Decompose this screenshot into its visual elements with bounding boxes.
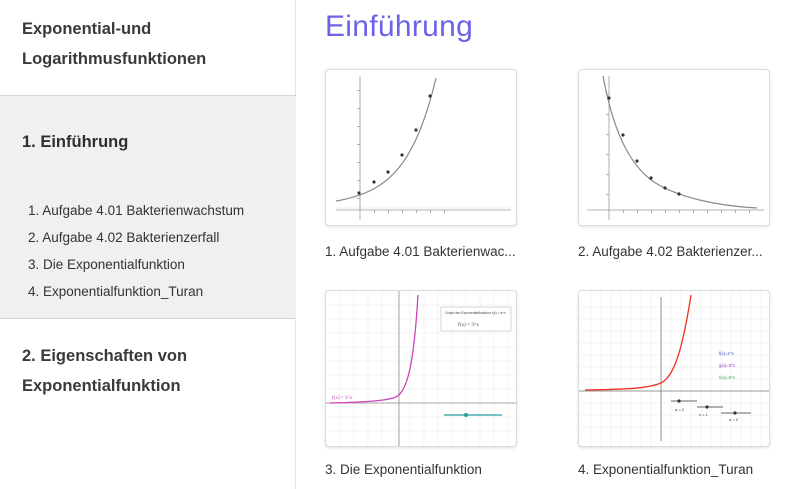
card-exponentialfunktion[interactable]: Graph der Exponentialfunktion f(x) = a^x… [325,290,517,447]
chapter-title-eigenschaften[interactable]: 2. Eigenschaften von Exponentialfunktion [22,341,282,401]
chapter-title-einfuehrung[interactable]: 1. Einführung [22,133,128,152]
chapter-item-exponentialfunktion-turan[interactable]: 4. Exponentialfunktion_Turan [28,283,244,310]
chapter-item-exponentialfunktion[interactable]: 3. Die Exponentialfunktion [28,256,244,283]
app-window: Exponential-und Logarithmusfunktionen 1.… [0,0,810,489]
card-caption-bakterienwachstum[interactable]: 1. Aufgabe 4.01 Bakterienwac... [325,244,553,259]
card-bakterienwachstum[interactable] [325,69,517,226]
chapter-section-active: 1. Einführung 1. Aufgabe 4.01 Bakterienw… [0,95,296,319]
graph-function-label: f(x) = 3^x [332,396,353,401]
legend-h: h(x)=5^x [719,375,736,380]
graph-panel-text: Graph der Exponentialfunktion f(x) = a^x [445,311,506,315]
slider-label-c: c = 1 [699,412,709,417]
legend-g: g(x)=3^x [719,363,736,368]
sidebar: Exponential-und Logarithmusfunktionen 1.… [0,0,296,489]
thumbnail-turan-graph: f(x)=2^x g(x)=3^x h(x)=5^x a = 2 c = 1 d… [579,291,769,446]
card-caption-bakterienzerfall[interactable]: 2. Aufgabe 4.02 Bakterienzer... [578,244,806,259]
card-caption-exponentialfunktion[interactable]: 3. Die Exponentialfunktion [325,462,553,477]
chapter-item-bakterienzerfall[interactable]: 2. Aufgabe 4.02 Bakterienzerfall [28,229,244,256]
thumbnail-decay-graph [587,75,764,220]
card-caption-exponentialfunktion-turan[interactable]: 4. Exponentialfunktion_Turan [578,462,806,477]
legend-f: f(x)=2^x [719,351,735,356]
card-exponentialfunktion-turan[interactable]: f(x)=2^x g(x)=3^x h(x)=5^x a = 2 c = 1 d… [578,290,770,447]
chapter-item-bakterienwachstum[interactable]: 1. Aufgabe 4.01 Bakterienwachstum [28,202,244,229]
chapter-item-list: 1. Aufgabe 4.01 Bakterienwachstum 2. Auf… [28,202,244,310]
main-content: Einführung 1. Aufgabe 4.01 Bakterienwac.… [297,0,810,489]
thumbnail-growth-graph [335,76,511,220]
book-title[interactable]: Exponential-und Logarithmusfunktionen [22,14,282,74]
thumbnail-exponential-graph: Graph der Exponentialfunktion f(x) = a^x… [326,291,516,446]
slider-label-a: a = 2 [675,407,685,412]
card-bakterienzerfall[interactable] [578,69,770,226]
slider-label-d: d = 0 [729,417,739,422]
graph-panel-formula: f(x) = 3^x [458,321,479,328]
page-title: Einführung [325,10,474,43]
